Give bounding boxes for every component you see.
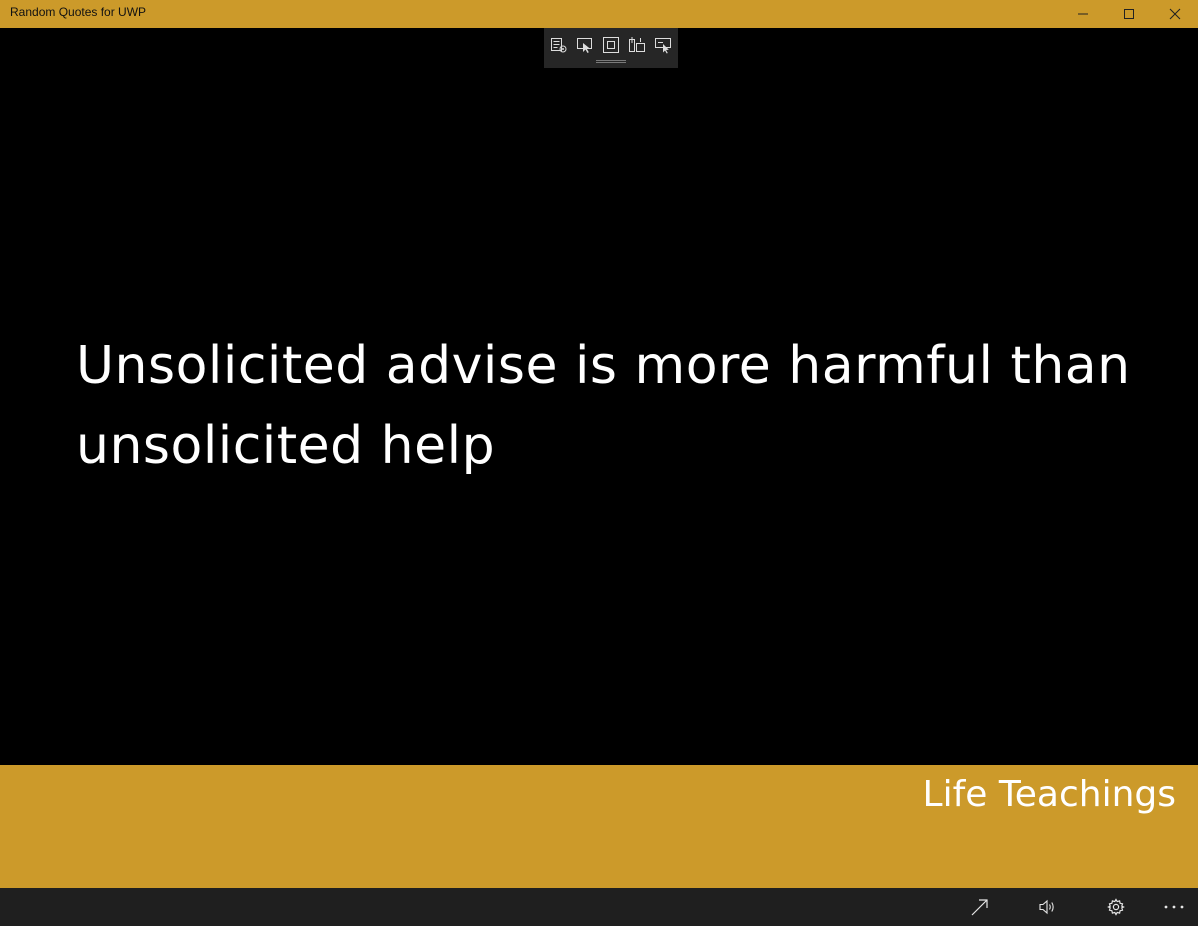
share-icon <box>970 897 990 917</box>
display-layout-adorners-icon[interactable] <box>602 36 620 54</box>
command-bar <box>0 888 1198 926</box>
gear-icon <box>1106 897 1126 917</box>
select-element-icon[interactable] <box>576 36 594 54</box>
minimize-button[interactable] <box>1060 0 1106 28</box>
speaker-icon <box>1038 897 1058 917</box>
live-visual-tree-icon[interactable] <box>550 36 568 54</box>
settings-button[interactable] <box>1086 888 1146 926</box>
maximize-button[interactable] <box>1106 0 1152 28</box>
title-bar[interactable]: Random Quotes for UWP <box>0 0 1198 28</box>
speak-button[interactable] <box>1018 888 1078 926</box>
category-band: Life Teachings <box>0 765 1198 888</box>
display-layout-icon[interactable] <box>654 36 672 54</box>
quote-area: Unsolicited advise is more harmful than … <box>0 28 1198 765</box>
minimize-icon <box>1077 8 1089 20</box>
close-icon <box>1169 8 1181 20</box>
track-focus-icon[interactable] <box>628 36 646 54</box>
app-title: Random Quotes for UWP <box>10 5 147 19</box>
category-label: Life Teachings <box>922 774 1176 815</box>
close-button[interactable] <box>1152 0 1198 28</box>
toolbar-grip[interactable] <box>596 60 626 63</box>
share-button[interactable] <box>950 888 1010 926</box>
more-button[interactable] <box>1144 888 1198 926</box>
debug-toolbar[interactable] <box>544 28 678 68</box>
quote-text: Unsolicited advise is more harmful than … <box>76 336 1131 476</box>
maximize-icon <box>1123 8 1135 20</box>
more-icon <box>1163 904 1185 910</box>
